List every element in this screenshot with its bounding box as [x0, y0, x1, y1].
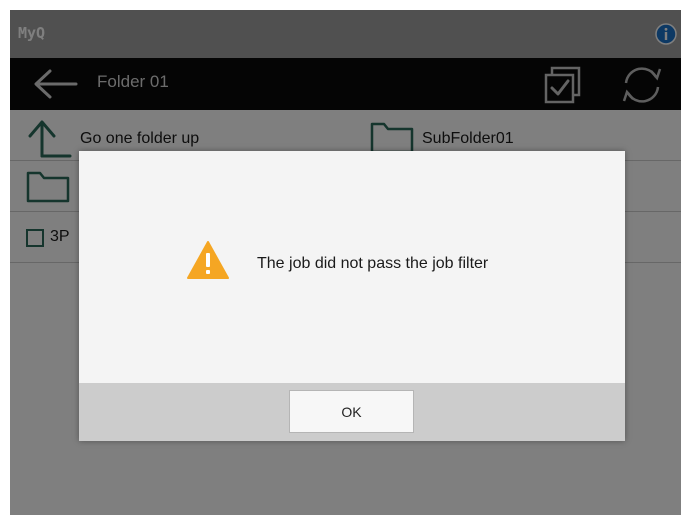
- dialog-body: The job did not pass the job filter: [79, 151, 625, 383]
- ok-button[interactable]: OK: [289, 390, 414, 433]
- dialog-footer: OK: [79, 383, 625, 441]
- dialog-message: The job did not pass the job filter: [257, 255, 489, 272]
- warning-icon: [186, 240, 230, 280]
- app-screen: MyQ Folder 01: [10, 10, 681, 515]
- alert-dialog: The job did not pass the job filter OK: [79, 151, 625, 441]
